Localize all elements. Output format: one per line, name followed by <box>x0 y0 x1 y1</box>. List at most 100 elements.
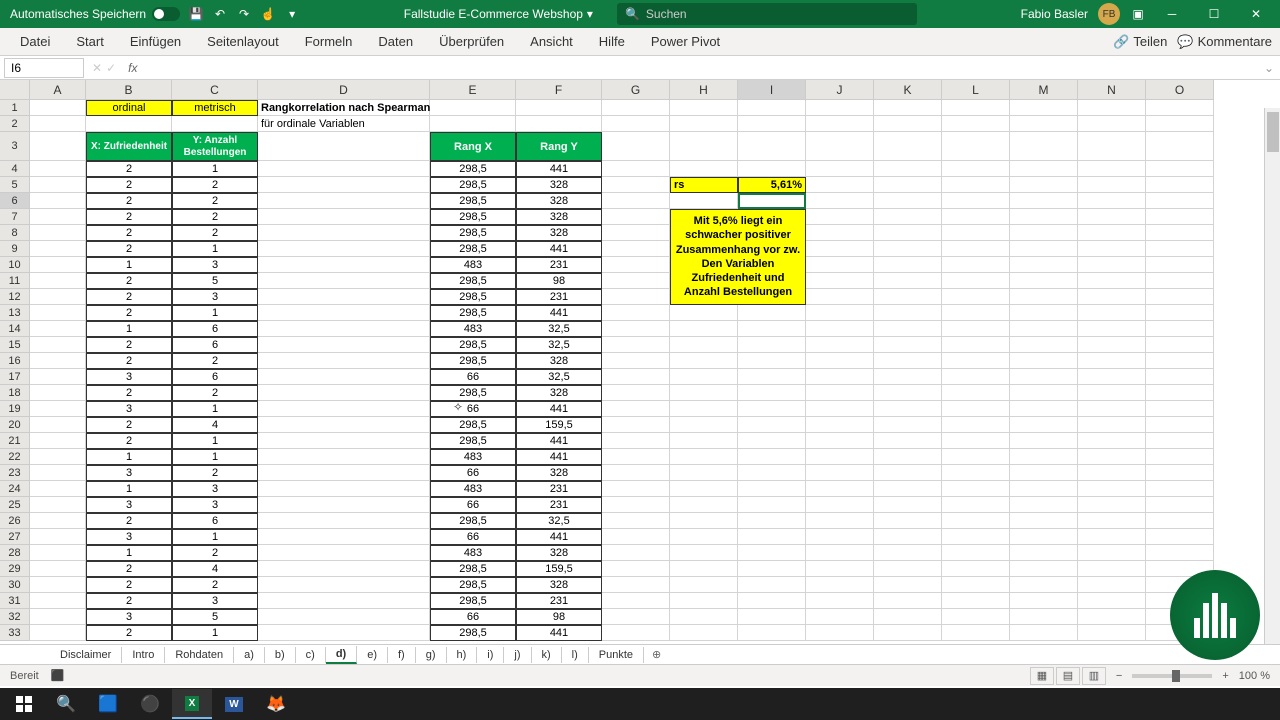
row-header-13[interactable]: 13 <box>0 305 30 321</box>
cell-I15[interactable] <box>738 337 806 353</box>
cell-L28[interactable] <box>942 545 1010 561</box>
cell-K21[interactable] <box>874 433 942 449</box>
cell-E15[interactable]: 298,5 <box>430 337 516 353</box>
cell-B24[interactable]: 1 <box>86 481 172 497</box>
cell-D26[interactable] <box>258 513 430 529</box>
column-header-N[interactable]: N <box>1078 80 1146 100</box>
cell-N29[interactable] <box>1078 561 1146 577</box>
cell-M20[interactable] <box>1010 417 1078 433</box>
row-header-4[interactable]: 4 <box>0 161 30 177</box>
cell-N18[interactable] <box>1078 385 1146 401</box>
cell-J3[interactable] <box>806 132 874 161</box>
cell-A7[interactable] <box>30 209 86 225</box>
sheet-tab-Rohdaten[interactable]: Rohdaten <box>165 647 234 663</box>
cell-H29[interactable] <box>670 561 738 577</box>
cell-F4[interactable]: 441 <box>516 161 602 177</box>
cell-F24[interactable]: 231 <box>516 481 602 497</box>
cell-L31[interactable] <box>942 593 1010 609</box>
cell-G9[interactable] <box>602 241 670 257</box>
cell-A1[interactable] <box>30 100 86 116</box>
cell-M21[interactable] <box>1010 433 1078 449</box>
cell-G30[interactable] <box>602 577 670 593</box>
cell-A4[interactable] <box>30 161 86 177</box>
cell-G32[interactable] <box>602 609 670 625</box>
cell-D14[interactable] <box>258 321 430 337</box>
cell-H25[interactable] <box>670 497 738 513</box>
cell-A6[interactable] <box>30 193 86 209</box>
cell-J33[interactable] <box>806 625 874 641</box>
cell-F15[interactable]: 32,5 <box>516 337 602 353</box>
cell-N7[interactable] <box>1078 209 1146 225</box>
ribbon-mode-icon[interactable]: ▣ <box>1130 6 1146 22</box>
cell-E10[interactable]: 483 <box>430 257 516 273</box>
cell-J17[interactable] <box>806 369 874 385</box>
cell-A19[interactable] <box>30 401 86 417</box>
cell-K1[interactable] <box>874 100 942 116</box>
cell-O18[interactable] <box>1146 385 1214 401</box>
cell-E16[interactable]: 298,5 <box>430 353 516 369</box>
cell-B25[interactable]: 3 <box>86 497 172 513</box>
sheet-tab-e[interactable]: e) <box>357 647 388 663</box>
cell-C33[interactable]: 1 <box>172 625 258 641</box>
column-header-I[interactable]: I <box>738 80 806 100</box>
cell-C4[interactable]: 1 <box>172 161 258 177</box>
cell-I25[interactable] <box>738 497 806 513</box>
cell-C28[interactable]: 2 <box>172 545 258 561</box>
cell-M11[interactable] <box>1010 273 1078 289</box>
cell-G27[interactable] <box>602 529 670 545</box>
cell-J28[interactable] <box>806 545 874 561</box>
cell-J13[interactable] <box>806 305 874 321</box>
cell-H5[interactable]: rs <box>670 177 738 193</box>
cell-B21[interactable]: 2 <box>86 433 172 449</box>
sheet-tab-b[interactable]: b) <box>265 647 296 663</box>
row-header-32[interactable]: 32 <box>0 609 30 625</box>
cell-H24[interactable] <box>670 481 738 497</box>
cell-J9[interactable] <box>806 241 874 257</box>
cell-O4[interactable] <box>1146 161 1214 177</box>
normal-view-button[interactable]: ▦ <box>1030 667 1054 685</box>
cell-F2[interactable] <box>516 116 602 132</box>
cell-N23[interactable] <box>1078 465 1146 481</box>
cell-E31[interactable]: 298,5 <box>430 593 516 609</box>
cell-A16[interactable] <box>30 353 86 369</box>
cell-L22[interactable] <box>942 449 1010 465</box>
cell-I18[interactable] <box>738 385 806 401</box>
cell-J23[interactable] <box>806 465 874 481</box>
cell-A26[interactable] <box>30 513 86 529</box>
cell-F23[interactable]: 328 <box>516 465 602 481</box>
cell-G1[interactable] <box>602 100 670 116</box>
cell-K20[interactable] <box>874 417 942 433</box>
zoom-in-button[interactable]: + <box>1222 670 1228 682</box>
minimize-button[interactable]: ─ <box>1156 0 1188 28</box>
cell-A24[interactable] <box>30 481 86 497</box>
cell-E13[interactable]: 298,5 <box>430 305 516 321</box>
cell-H20[interactable] <box>670 417 738 433</box>
cell-I3[interactable] <box>738 132 806 161</box>
cell-A18[interactable] <box>30 385 86 401</box>
cell-J20[interactable] <box>806 417 874 433</box>
cell-G8[interactable] <box>602 225 670 241</box>
column-header-E[interactable]: E <box>430 80 516 100</box>
sheet-tab-l[interactable]: l) <box>562 647 589 663</box>
sheet-tab-h[interactable]: h) <box>447 647 478 663</box>
cell-A30[interactable] <box>30 577 86 593</box>
row-header-16[interactable]: 16 <box>0 353 30 369</box>
cell-I20[interactable] <box>738 417 806 433</box>
cell-N19[interactable] <box>1078 401 1146 417</box>
cell-M27[interactable] <box>1010 529 1078 545</box>
cell-E26[interactable]: 298,5 <box>430 513 516 529</box>
cell-F31[interactable]: 231 <box>516 593 602 609</box>
cell-J22[interactable] <box>806 449 874 465</box>
cell-H17[interactable] <box>670 369 738 385</box>
cell-I17[interactable] <box>738 369 806 385</box>
cell-D12[interactable] <box>258 289 430 305</box>
cell-E32[interactable]: 66 <box>430 609 516 625</box>
cell-F8[interactable]: 328 <box>516 225 602 241</box>
cell-B6[interactable]: 2 <box>86 193 172 209</box>
cell-O8[interactable] <box>1146 225 1214 241</box>
cell-G16[interactable] <box>602 353 670 369</box>
cell-J21[interactable] <box>806 433 874 449</box>
cell-H33[interactable] <box>670 625 738 641</box>
cell-F33[interactable]: 441 <box>516 625 602 641</box>
cell-C17[interactable]: 6 <box>172 369 258 385</box>
